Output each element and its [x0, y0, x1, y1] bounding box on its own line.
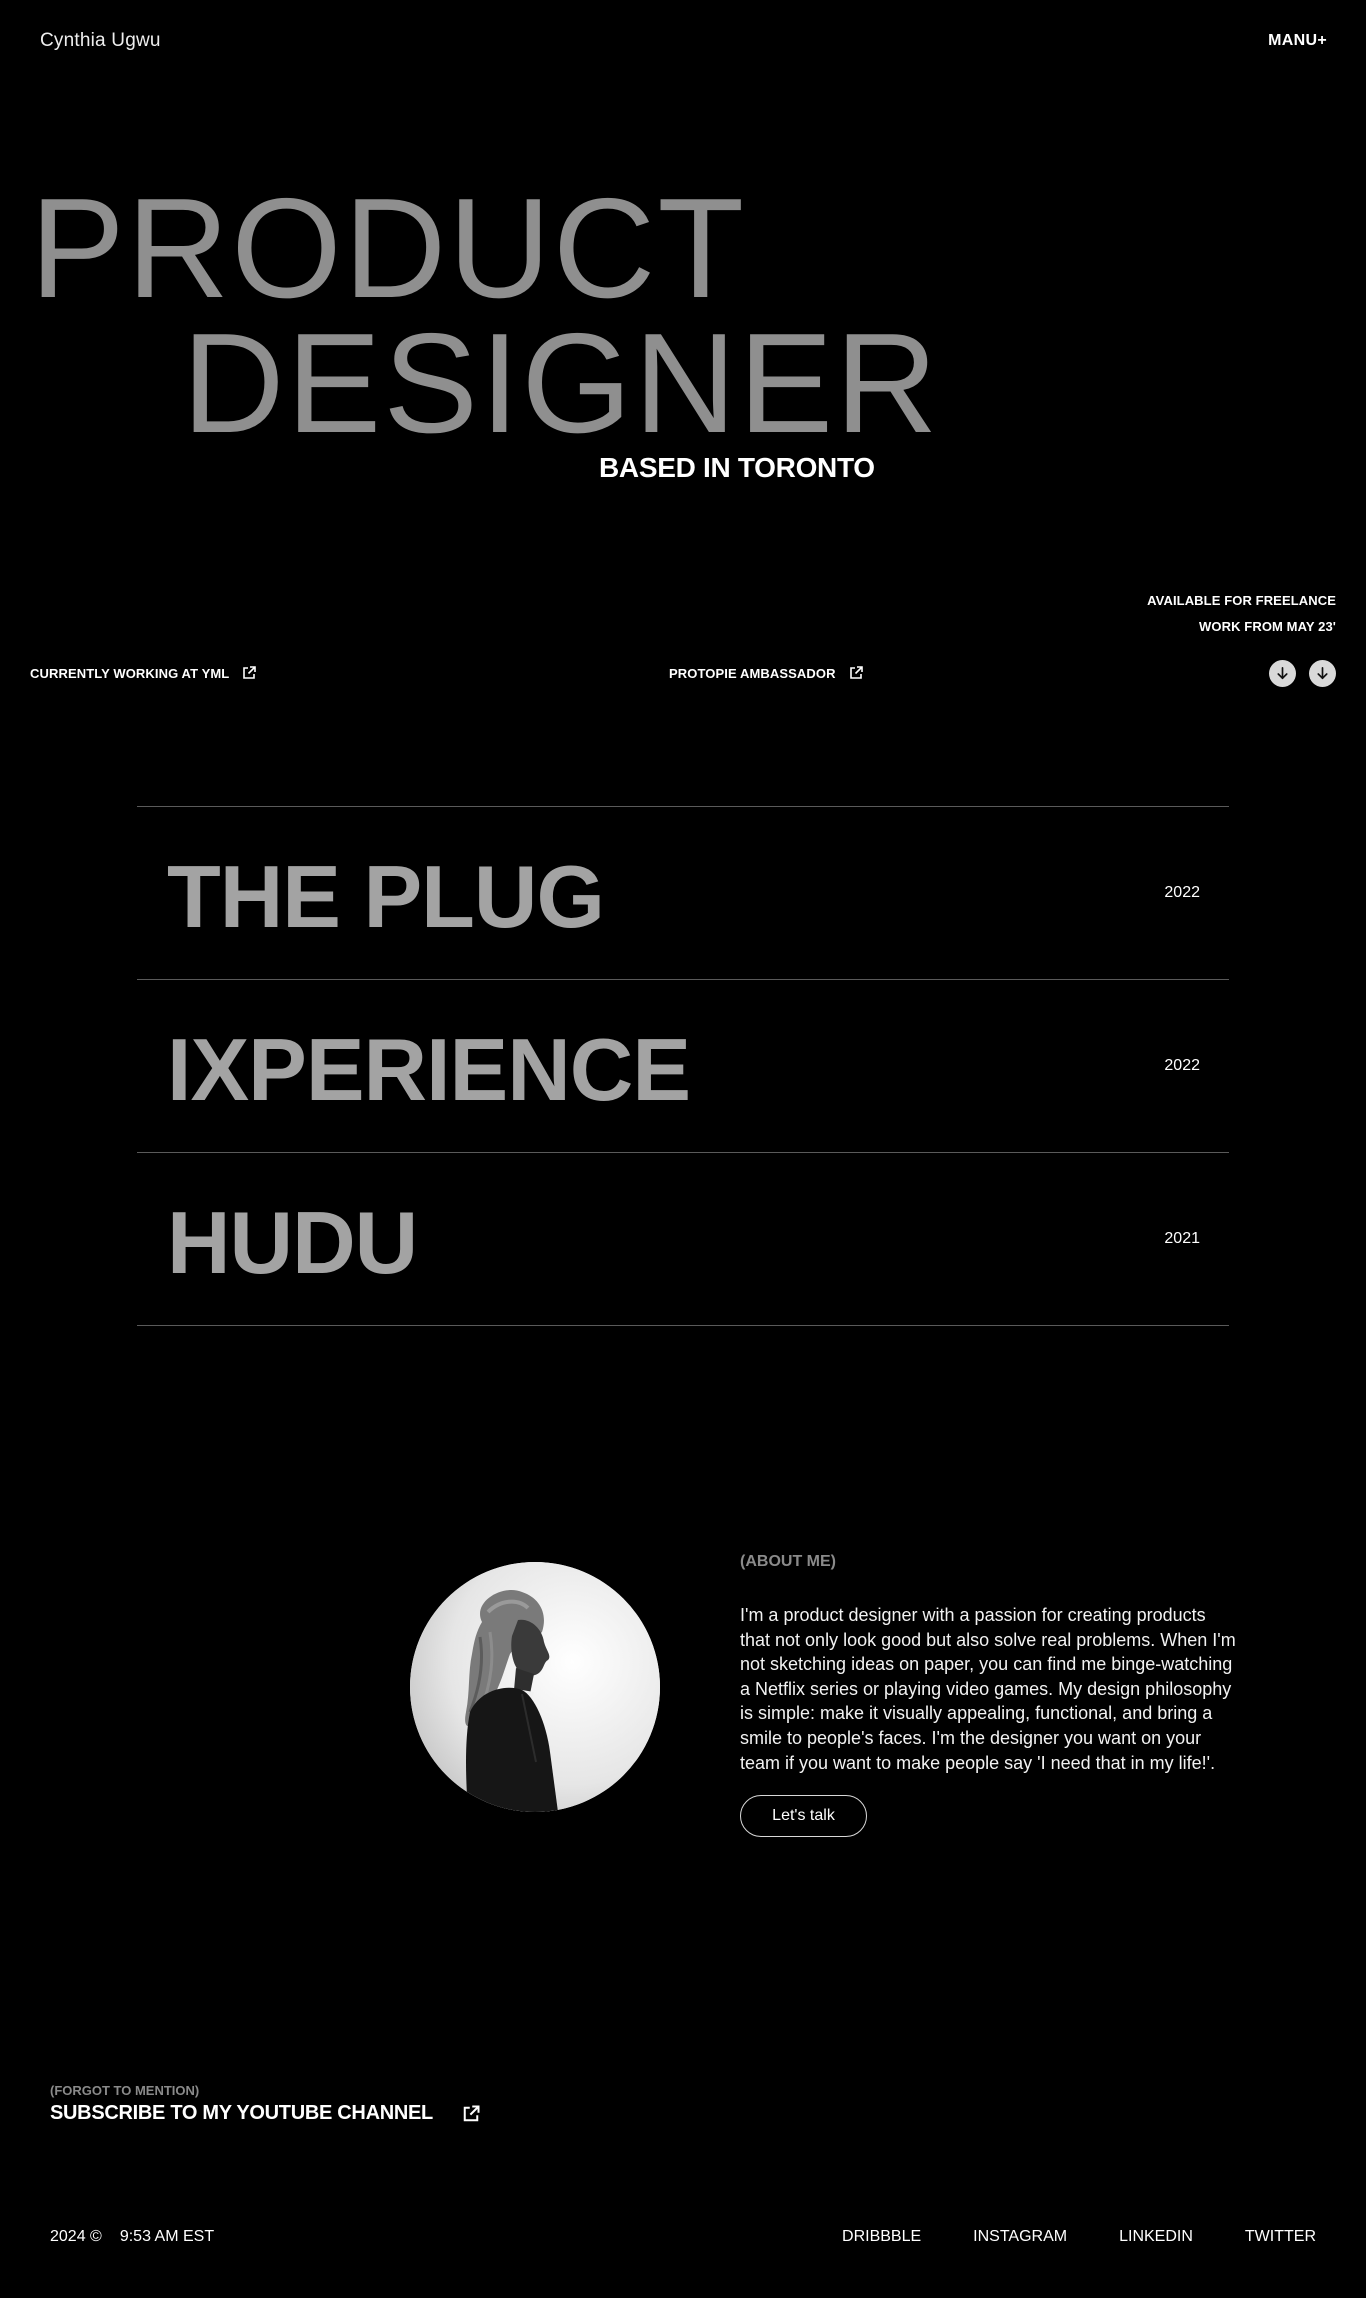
ambassador-label: PROTOPIE AMBASSADOR	[669, 665, 836, 681]
forgot-note: (FORGOT TO MENTION)	[50, 2083, 200, 2098]
hero-title-line2: DESIGNER	[182, 304, 940, 463]
availability-line2: WORK FROM MAY 23'	[1199, 619, 1336, 634]
external-link-icon	[463, 2105, 480, 2121]
social-links: DRIBBBLE INSTAGRAM LINKEDIN TWITTER	[842, 2228, 1316, 2246]
about-description: I'm a product designer with a passion fo…	[740, 1605, 1236, 1773]
scroll-down-button[interactable]	[1269, 660, 1296, 687]
youtube-link[interactable]: SUBSCRIBE TO MY YOUTUBE CHANNEL	[50, 2102, 481, 2125]
brand-name[interactable]: Cynthia Ugwu	[40, 30, 161, 52]
availability-note: AVAILABLE FOR FREELANCE WORK FROM MAY 23…	[1147, 588, 1336, 640]
lets-talk-button[interactable]: Let's talk	[740, 1795, 867, 1837]
social-link-linkedin[interactable]: LINKEDIN	[1119, 2228, 1193, 2246]
social-link-instagram[interactable]: INSTAGRAM	[973, 2228, 1067, 2246]
project-name: HUDU	[167, 1193, 418, 1292]
local-time: 9:53 AM EST	[119, 2228, 215, 2245]
external-link-icon	[849, 666, 863, 679]
working-at-link[interactable]: CURRENTLY WORKING AT YML	[30, 665, 257, 681]
external-link-icon	[243, 666, 257, 679]
profile-photo	[410, 1562, 660, 1812]
project-name: IXPERIENCE	[167, 1020, 691, 1119]
project-name: THE PLUG	[167, 847, 605, 946]
availability-line1: AVAILABLE FOR FREELANCE	[1147, 593, 1336, 608]
project-item[interactable]: IXPERIENCE 2022	[137, 980, 1229, 1153]
youtube-label: SUBSCRIBE TO MY YOUTUBE CHANNEL	[50, 2102, 433, 2124]
arrow-down-icon	[1277, 667, 1288, 680]
arrow-down-icon	[1317, 667, 1328, 680]
project-item[interactable]: THE PLUG 2022	[137, 807, 1229, 980]
hero-title-line1: PRODUCT	[30, 169, 747, 328]
scroll-down-button-secondary[interactable]	[1309, 660, 1336, 687]
scroll-buttons	[1269, 660, 1336, 687]
working-at-label: CURRENTLY WORKING AT YML	[30, 665, 230, 681]
copyright: 2024 ©	[50, 2228, 102, 2245]
about-heading: (ABOUT ME)	[740, 1553, 836, 1570]
project-year: 2021	[1164, 1230, 1200, 1247]
hero-subtitle: BASED IN TORONTO	[599, 452, 875, 483]
project-list: THE PLUG 2022 IXPERIENCE 2022 HUDU 2021	[137, 806, 1229, 1326]
ambassador-link[interactable]: PROTOPIE AMBASSADOR	[669, 665, 864, 681]
social-link-dribbble[interactable]: DRIBBBLE	[842, 2228, 921, 2246]
social-link-twitter[interactable]: TWITTER	[1245, 2228, 1316, 2246]
profile-portrait-image	[410, 1562, 660, 1812]
project-item[interactable]: HUDU 2021	[137, 1153, 1229, 1326]
menu-button[interactable]: MANU+	[1268, 32, 1327, 50]
project-year: 2022	[1164, 884, 1200, 901]
footer-meta: 2024 © 9:53 AM EST	[50, 2228, 214, 2246]
project-year: 2022	[1164, 1057, 1200, 1074]
